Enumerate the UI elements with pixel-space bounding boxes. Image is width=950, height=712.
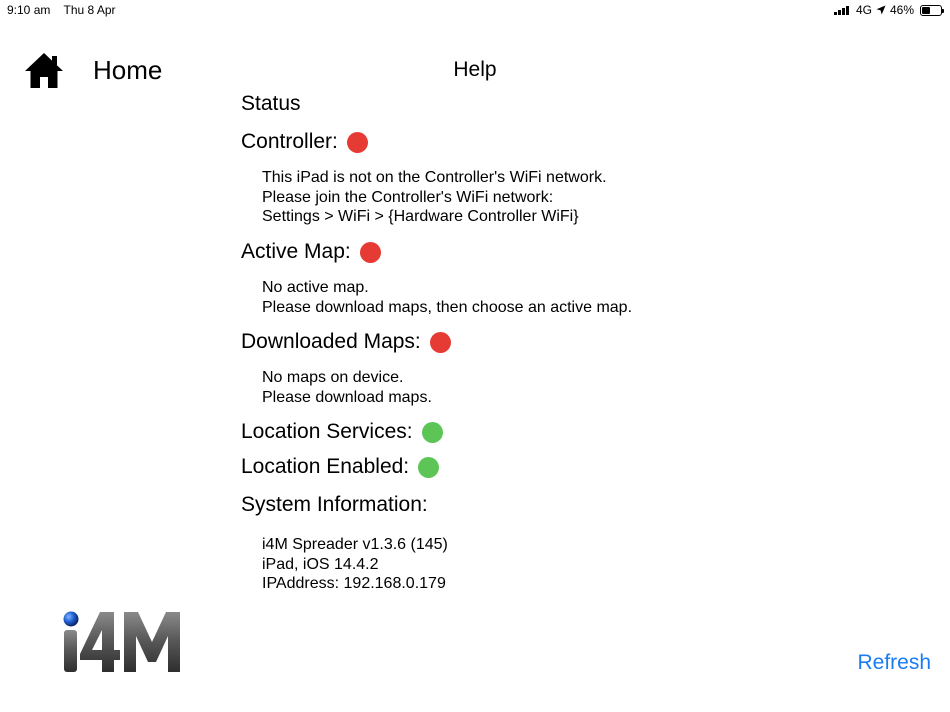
downloaded-maps-detail-line: Please download maps. [262,388,432,406]
location-services-label: Location Services: [241,420,413,443]
location-services-status-indicator [421,421,443,443]
controller-status: Controller: [241,130,368,154]
battery-percent: 46% [889,3,914,17]
cellular-signal-icon [833,5,849,15]
status-date: Thu 8 Apr [63,3,116,17]
system-info-line: IPAddress: 192.168.0.179 [262,575,446,592]
refresh-button[interactable]: Refresh [857,651,931,675]
system-information-detail: i4M Spreader v1.3.6 (145) iPad, iOS 14.4… [262,535,448,594]
status-bar-right: 4G 46% [833,3,944,17]
downloaded-maps-detail-line: No maps on device. [262,369,404,386]
system-info-line: iPad, iOS 14.4.2 [262,555,379,573]
location-enabled-status-indicator [418,456,440,478]
active-map-detail-line: Please download maps, then choose an act… [262,298,633,316]
battery-level-fill [922,6,930,14]
location-services-status: Location Services: [241,420,443,444]
downloaded-maps-status-indicator [429,331,451,353]
status-heading-text: Status [241,92,301,115]
controller-label: Controller: [241,130,338,153]
battery-icon [920,4,944,16]
downloaded-maps-label: Downloaded Maps: [241,330,421,353]
system-information-heading: System Information: [241,493,428,517]
status-heading: Status [241,92,301,116]
network-type: 4G [855,3,872,17]
controller-detail: This iPad is not on the Controller's WiF… [262,168,607,227]
downloaded-maps-detail: No maps on device. Please download maps. [262,368,432,407]
help-screen: 9:10 am Thu 8 Apr 4G 46% Home Help Statu… [0,0,950,712]
ios-status-bar: 9:10 am Thu 8 Apr 4G 46% [0,0,950,20]
location-arrow-icon [876,5,886,15]
system-information-label: System Information: [241,493,428,516]
location-enabled-status: Location Enabled: [241,455,440,479]
status-time: 9:10 am [7,3,51,17]
active-map-status: Active Map: [241,240,381,264]
status-bar-left: 9:10 am Thu 8 Apr [7,3,126,17]
page-title: Help [453,58,497,81]
system-info-line: i4M Spreader v1.3.6 (145) [262,536,448,553]
downloaded-maps-status: Downloaded Maps: [241,330,451,354]
active-map-label: Active Map: [241,240,351,263]
i4m-logo [63,611,180,672]
controller-detail-line: Please join the Controller's WiFi networ… [262,188,554,206]
location-enabled-label: Location Enabled: [241,455,410,478]
controller-detail-line: Settings > WiFi > {Hardware Controller W… [262,208,579,225]
active-map-detail-line: No active map. [262,279,369,296]
controller-detail-line: This iPad is not on the Controller's WiF… [262,169,607,186]
active-map-status-indicator [359,241,381,263]
active-map-detail: No active map. Please download maps, the… [262,278,632,317]
controller-status-indicator [346,131,368,153]
